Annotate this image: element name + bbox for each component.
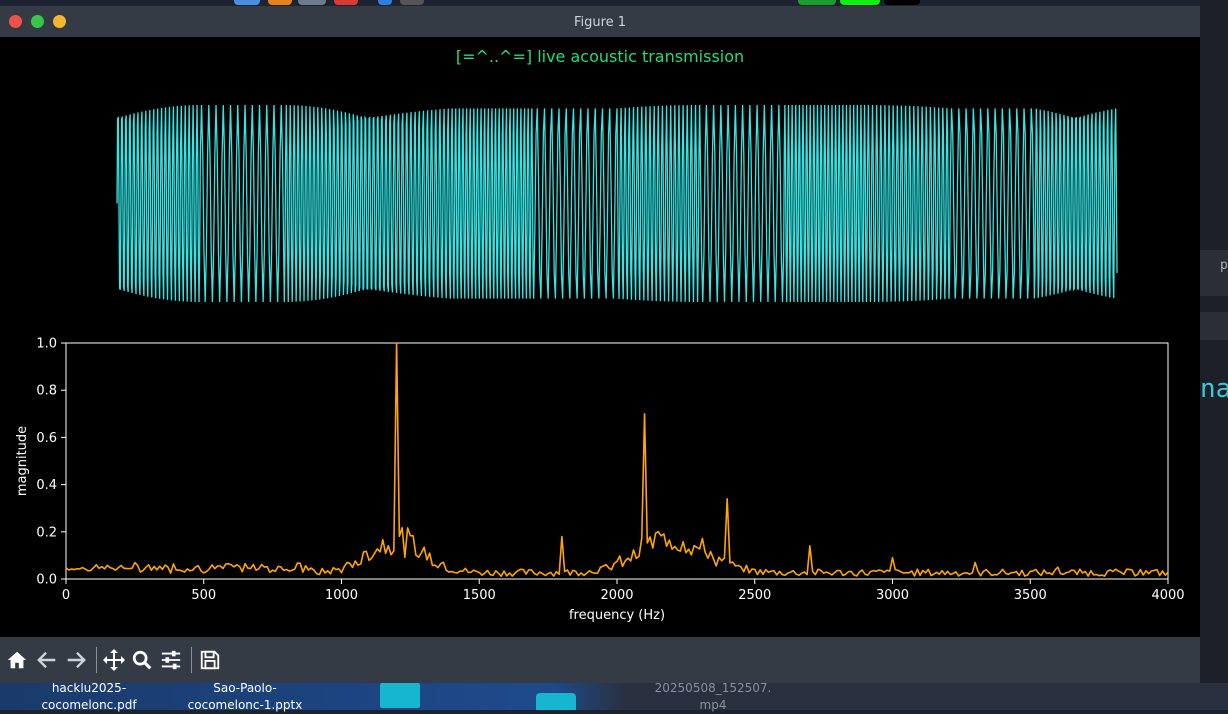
- background-window: [1200, 0, 1228, 710]
- configure-subplots-icon[interactable]: [159, 648, 183, 672]
- x-tick-label: 3000: [876, 588, 909, 603]
- waveform-plot: [116, 104, 1118, 303]
- dock-icon[interactable]: [298, 0, 326, 5]
- dock-icon[interactable]: [378, 0, 392, 5]
- file-name-line: cocomelonc-1.pptx: [187, 698, 303, 712]
- background-window-bar: [1200, 250, 1228, 296]
- file-name-line: mp4: [699, 698, 727, 712]
- dock-icon[interactable]: [400, 0, 424, 5]
- background-window-bar: [1200, 312, 1228, 340]
- back-icon[interactable]: [35, 648, 59, 672]
- x-axis-label: frequency (Hz): [569, 608, 665, 623]
- dock-icon[interactable]: [840, 0, 880, 5]
- x-tick-label: 3500: [1014, 588, 1047, 603]
- x-tick-label: 4000: [1151, 588, 1184, 603]
- desktop-file-label[interactable]: Sao-Paolo- cocomelonc-1.pptx: [170, 680, 320, 714]
- figure-title: [=^..^=] live acoustic transmission: [456, 47, 744, 66]
- x-tick-label: 0: [62, 588, 70, 603]
- navigation-toolbar: [0, 637, 1200, 683]
- dock-icon[interactable]: [268, 0, 292, 5]
- dock-icon[interactable]: [798, 0, 836, 5]
- x-tick-label: 2500: [738, 588, 771, 603]
- toolbar-separator: [191, 647, 192, 673]
- zoom-icon[interactable]: [130, 648, 154, 672]
- file-name-line: cocomelonc.pdf: [41, 698, 137, 712]
- window-title: Figure 1: [573, 15, 627, 30]
- title-bar[interactable]: Figure 1: [0, 6, 1200, 37]
- x-tick-label: 1500: [463, 588, 496, 603]
- save-icon[interactable]: [198, 648, 222, 672]
- y-tick-label: 0.2: [36, 525, 57, 540]
- waveform-series-line: [116, 104, 1118, 303]
- desktop-file-label[interactable]: hacklu2025- cocomelonc.pdf: [14, 680, 164, 714]
- y-axis-label: magnitude: [15, 426, 30, 496]
- figure-canvas[interactable]: [=^..^=] live acoustic transmission 0 500…: [0, 37, 1200, 637]
- figure-svg: [=^..^=] live acoustic transmission 0 500…: [15, 47, 1185, 624]
- y-tick-label: 0.8: [36, 384, 57, 399]
- plot-frame: [65, 342, 1169, 580]
- figure-window: Figure 1 [=^..^=] live acoustic transmis…: [0, 6, 1200, 683]
- y-tick-label: 1.0: [36, 337, 57, 352]
- folder-icon[interactable]: [536, 693, 576, 710]
- pan-icon[interactable]: [102, 648, 126, 672]
- background-text: p: [1220, 258, 1228, 273]
- home-icon[interactable]: [5, 648, 29, 672]
- x-tick-label: 2000: [600, 588, 633, 603]
- spectrum-plot: 0 500 1000 1500 2000 2500 3000 3500 4000 0.0 0.2 0.…: [15, 337, 1185, 624]
- dock-icon[interactable]: [334, 0, 358, 5]
- background-text: nal: [1200, 374, 1228, 404]
- dock-icon[interactable]: [884, 0, 920, 5]
- forward-icon[interactable]: [64, 648, 88, 672]
- toolbar-separator: [96, 647, 97, 673]
- file-icon[interactable]: [380, 683, 420, 708]
- y-tick-label: 0.0: [36, 573, 57, 588]
- x-tick-label: 1000: [325, 588, 358, 603]
- y-tick-label: 0.4: [36, 478, 57, 493]
- dock-icon[interactable]: [234, 0, 260, 5]
- x-tick-label: 500: [191, 588, 216, 603]
- desktop-file-label[interactable]: 20250508_152507. mp4: [638, 680, 788, 714]
- y-tick-label: 0.6: [36, 431, 57, 446]
